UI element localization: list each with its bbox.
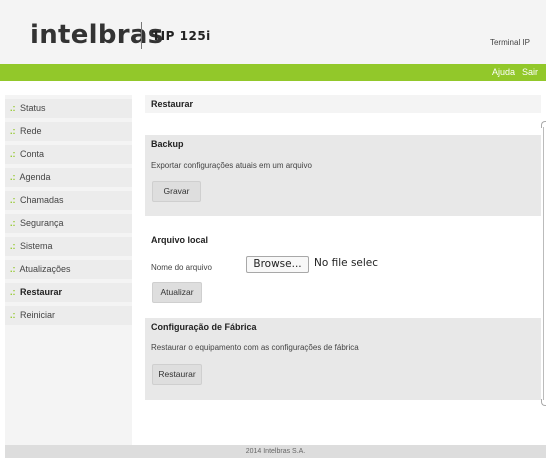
bullet-icon: .:: [10, 310, 16, 320]
factory-title: Configuração de Fábrica: [151, 322, 257, 332]
bullet-icon: .:: [10, 264, 16, 274]
sidebar-item-conta[interactable]: .: Conta: [5, 145, 132, 164]
sidebar-item-label: Status: [20, 103, 46, 113]
sidebar-item-agenda[interactable]: .: Agenda: [5, 168, 132, 187]
browse-button[interactable]: Browse...: [246, 256, 309, 273]
sidebar-item-label: Segurança: [20, 218, 64, 228]
scrollbar[interactable]: [541, 121, 546, 406]
update-button[interactable]: Atualizar: [152, 282, 202, 303]
product-name: TIP 125i: [152, 29, 211, 43]
backup-description: Exportar configurações atuais em um arqu…: [151, 161, 312, 170]
bullet-icon: .:: [10, 218, 16, 228]
bullet-icon: .:: [10, 172, 16, 182]
factory-reset-section: Configuração de Fábrica Restaurar o equi…: [145, 318, 541, 400]
sidebar-item-label: Sistema: [20, 241, 53, 251]
bullet-icon: .:: [10, 103, 16, 113]
sidebar-item-label: Atualizações: [19, 264, 71, 274]
bullet-icon: .:: [10, 195, 16, 205]
bullet-icon: .:: [10, 126, 16, 136]
footer: 2014 Intelbras S.A.: [5, 445, 546, 458]
sidebar-item-status[interactable]: .: Status: [5, 99, 132, 118]
sidebar-item-chamadas[interactable]: .: Chamadas: [5, 191, 132, 210]
sidebar-item-sistema[interactable]: .: Sistema: [5, 237, 132, 256]
logo-divider: [141, 22, 142, 49]
backup-title: Backup: [151, 139, 184, 149]
sidebar-item-seguranca[interactable]: .: Segurança: [5, 214, 132, 233]
local-file-title: Arquivo local: [151, 235, 209, 245]
sidebar-item-label: Agenda: [19, 172, 51, 182]
factory-description: Restaurar o equipamento com as configura…: [151, 343, 359, 352]
file-status-text: No file selec: [314, 257, 379, 269]
top-nav-bar: Ajuda Sair: [0, 64, 546, 81]
sidebar-item-label: Rede: [20, 126, 42, 136]
page-title: Restaurar: [145, 95, 541, 113]
logout-link[interactable]: Sair: [522, 67, 538, 77]
header: intelbras TIP 125i Terminal IP: [0, 0, 546, 64]
sidebar-item-label: Reiniciar: [20, 310, 56, 320]
sidebar-item-atualizacoes[interactable]: .: Atualizações: [5, 260, 132, 279]
scrollbar-bottom-cap: [541, 399, 546, 406]
sidebar-item-label: Restaurar: [20, 287, 63, 297]
help-link[interactable]: Ajuda: [492, 67, 515, 77]
sidebar-item-label: Conta: [20, 149, 45, 159]
scrollbar-track[interactable]: [543, 127, 544, 400]
file-input[interactable]: Browse... No file selec: [246, 256, 379, 273]
bullet-icon: .:: [10, 241, 16, 251]
restore-button[interactable]: Restaurar: [152, 364, 202, 385]
terminal-label: Terminal IP: [489, 38, 530, 47]
sidebar-item-rede[interactable]: .: Rede: [5, 122, 132, 141]
sidebar: .: Status .: Rede .: Conta .: Agenda .: …: [5, 95, 132, 445]
bullet-icon: .:: [10, 149, 16, 159]
save-button[interactable]: Gravar: [152, 181, 201, 202]
backup-section: Backup Exportar configurações atuais em …: [145, 135, 541, 216]
file-name-label: Nome do arquivo: [151, 263, 212, 272]
sidebar-item-label: Chamadas: [20, 195, 64, 205]
brand-logo: intelbras: [30, 20, 164, 50]
sidebar-item-restaurar[interactable]: .: Restaurar: [5, 283, 132, 302]
bullet-icon: .:: [10, 287, 16, 297]
sidebar-item-reiniciar[interactable]: .: Reiniciar: [5, 306, 132, 325]
